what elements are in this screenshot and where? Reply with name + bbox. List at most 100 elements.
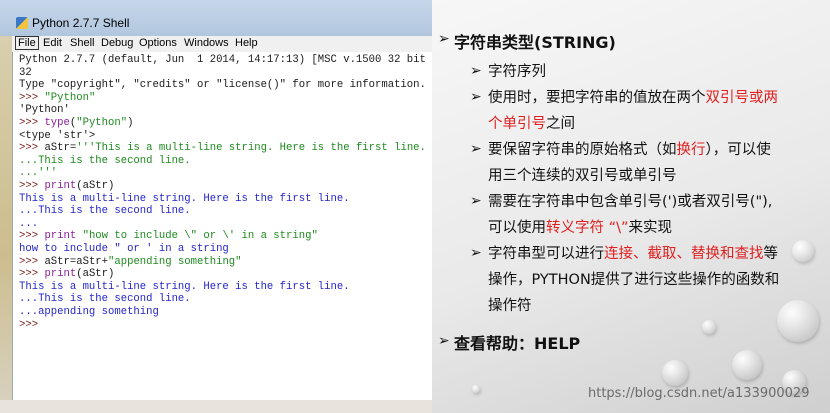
shell-text-segment: >>>: [19, 318, 45, 331]
shell-text-segment: Type "copyright", "credits" or "license(…: [19, 79, 426, 92]
slide-bullet-line: 字符串型可以进行连接、截取、替换和查找等: [488, 242, 778, 263]
water-drop: [662, 360, 688, 386]
python-shell-window: Python 2.7.7 Shell File Edit Shell Debug…: [0, 0, 439, 413]
shell-text-segment: <type 'str'>: [19, 129, 96, 142]
shell-line: <type 'str'>: [19, 130, 95, 143]
shell-text-segment: print: [44, 268, 77, 281]
water-drop: [732, 350, 762, 380]
shell-text-segment: ): [127, 117, 134, 129]
slide-bullet-line: 需要在字符串中包含单引号(')或者双引号("),: [488, 190, 772, 211]
shell-text-segment: >>>: [19, 117, 45, 129]
shell-line: ...appending something: [19, 306, 159, 319]
water-drop: [777, 300, 819, 342]
highlighted-text: 转义字符 “\”: [546, 220, 629, 236]
shell-line: ...This is the second line.: [19, 205, 191, 218]
shell-text-segment: >>>: [19, 91, 45, 104]
shell-text-segment: >>>: [19, 255, 45, 268]
slide-bullet-line: 用三个连续的双引号或单引号: [488, 164, 677, 185]
highlighted-text: 连接、截取、替换和查找: [604, 246, 764, 262]
watermark-text: https://blog.csdn.net/a133900029: [588, 386, 810, 401]
slide-heading: 字符串类型(STRING): [454, 33, 616, 52]
shell-line: 'Python': [19, 104, 70, 117]
shell-text-segment: (aStr): [76, 268, 115, 281]
bullet-arrow-icon: ➢: [438, 332, 450, 348]
window-titlebar[interactable]: Python 2.7.7 Shell: [0, 0, 432, 36]
shell-line: This is a multi-line string. Here is the…: [19, 281, 350, 294]
menu-file[interactable]: File: [15, 36, 39, 50]
menu-edit[interactable]: Edit: [43, 37, 62, 49]
slide-bullet-line: 要保留字符串的原始格式（如换行），可以使: [488, 138, 771, 159]
shell-text-segment: 32: [19, 66, 32, 79]
shell-line: Python 2.7.7 (default, Jun 1 2014, 14:17…: [19, 54, 439, 67]
bullet-text: 用三个连续的双引号或单引号: [488, 168, 677, 184]
shell-text-segment: Python 2.7.7 (default, Jun 1 2014, 14:17…: [19, 54, 439, 66]
shell-line: >>>: [19, 319, 44, 332]
shell-text-segment: "Python": [76, 117, 128, 129]
bullet-text: 等: [763, 246, 779, 262]
highlighted-text: 换行: [676, 142, 706, 158]
bottom-strip: [0, 400, 432, 413]
menu-debug[interactable]: Debug: [101, 37, 133, 49]
menu-shell[interactable]: Shell: [70, 37, 94, 49]
slide-bullet-line: 操作符: [488, 294, 532, 315]
bullet-arrow-icon: ➢: [470, 88, 482, 104]
menu-bar: File Edit Shell Debug Options Windows He…: [12, 36, 432, 52]
shell-text-segment: aStr=: [44, 142, 77, 155]
bullet-text: 来实现: [628, 220, 673, 236]
menu-windows[interactable]: Windows: [184, 37, 229, 49]
shell-text-segment: ...''': [19, 167, 58, 180]
highlighted-text: 双引号或两: [705, 90, 779, 106]
shell-text-segment: This is a multi-line string. Here is the…: [19, 192, 350, 205]
shell-text-segment: print: [44, 180, 77, 192]
shell-line: >>> print(aStr): [19, 268, 114, 281]
shell-text-segment: "Python": [44, 91, 96, 104]
shell-line: >>> aStr=aStr+"appending something": [19, 256, 242, 269]
bullet-text: 需要在字符串中包含单引号(')或者双引号("),: [488, 194, 773, 210]
shell-text-segment: '''This is a multi-line string. Here is …: [76, 142, 426, 155]
window-title: Python 2.7.7 Shell: [32, 16, 130, 30]
shell-text-segment: "how to include \" or \' in a string": [82, 230, 318, 243]
background-edge: [0, 36, 12, 400]
menu-options[interactable]: Options: [139, 37, 177, 49]
bullet-text: 字符序列: [488, 64, 546, 80]
shell-line: ...''': [19, 167, 57, 180]
slide-bullet-line: 可以使用转义字符 “\”来实现: [488, 216, 672, 237]
shell-text-area[interactable]: Python 2.7.7 (default, Jun 1 2014, 14:17…: [12, 52, 439, 413]
slide-help-heading: 查看帮助：HELP: [454, 334, 581, 353]
bullet-arrow-icon: ➢: [470, 140, 482, 156]
bullet-text: 要保留字符串的原始格式（如: [488, 142, 677, 158]
slide-bullet-line: 个单引号之间: [488, 112, 575, 133]
shell-text-segment: how to include " or ' in a string: [19, 243, 229, 255]
shell-text-segment: print: [44, 230, 77, 243]
bullet-arrow-icon: ➢: [470, 192, 482, 208]
shell-text-segment: ...This is the second line.: [19, 293, 191, 306]
slide-bullet-line: 字符序列: [488, 60, 546, 81]
shell-line: >>> print "how to include \" or \' in a …: [19, 230, 318, 243]
highlighted-text: 个单引号: [488, 116, 546, 132]
bullet-text: ），可以使: [705, 142, 771, 158]
menu-help[interactable]: Help: [235, 37, 258, 49]
slide-panel: ➢ 字符串类型(STRING) ➢ 字符序列 ➢ 使用时，要把字符串的值放在两个双引号…: [432, 0, 830, 413]
bullet-text: 操作，PYTHON提供了进行这些操作的函数和: [488, 272, 780, 288]
shell-text-segment: >>>: [19, 230, 45, 243]
bullet-text: 操作符: [488, 298, 532, 314]
shell-text-segment: aStr=aStr+: [44, 255, 109, 268]
python-icon: [16, 17, 28, 29]
shell-line: Type "copyright", "credits" or "license(…: [19, 79, 426, 92]
shell-line: ...This is the second line.: [19, 293, 191, 306]
shell-line: This is a multi-line string. Here is the…: [19, 193, 350, 206]
shell-text-segment: (aStr): [76, 180, 115, 192]
shell-text-segment: >>>: [19, 180, 45, 192]
shell-line: how to include " or ' in a string: [19, 243, 229, 256]
shell-line: >>> type("Python"): [19, 117, 133, 130]
shell-text-segment: >>>: [19, 142, 45, 155]
shell-text-segment: ...This is the second line.: [19, 205, 191, 218]
shell-text-segment: 'Python': [19, 104, 70, 117]
bullet-arrow-icon: ➢: [470, 244, 482, 260]
bullet-text: 之间: [546, 116, 575, 132]
slide-bullet-line: 操作，PYTHON提供了进行这些操作的函数和: [488, 268, 779, 289]
slide-bullet-line: 使用时，要把字符串的值放在两个双引号或两: [488, 86, 778, 107]
bullet-arrow-icon: ➢: [470, 62, 482, 78]
shell-text-segment: ...: [19, 217, 39, 230]
shell-text-segment: ...appending something: [19, 306, 159, 318]
